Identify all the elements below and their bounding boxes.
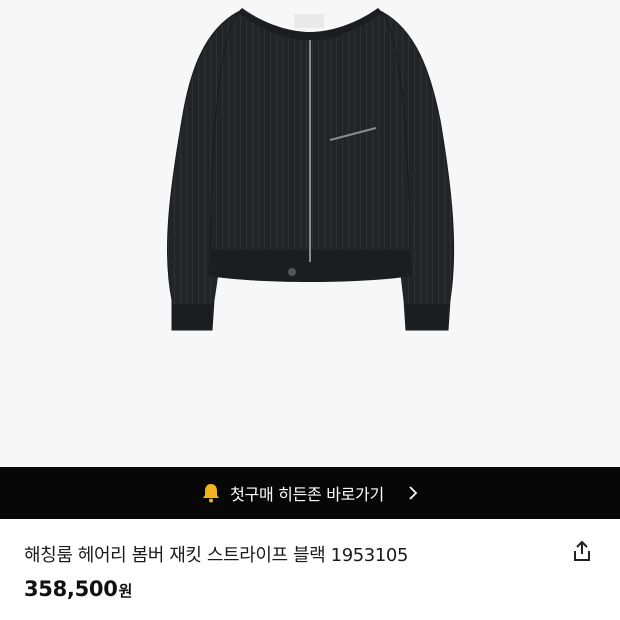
jacket-illustration [167,8,455,331]
product-title: 해칭룸 헤어리 봄버 재킷 스트라이프 블랙 1953105 [24,545,409,566]
product-image[interactable] [0,0,620,467]
promo-label: 첫구매 히든존 바로가기 [230,485,384,504]
chevron-right-icon [409,486,418,500]
bell-icon [203,484,220,503]
price-amount: 358,500 [24,577,118,601]
product-info: 해칭룸 헤어리 봄버 재킷 스트라이프 블랙 1953105 358,500원 [0,519,620,620]
share-icon[interactable] [568,537,596,565]
first-purchase-promo-banner[interactable]: 첫구매 히든존 바로가기 [0,467,620,519]
price-currency: 원 [118,582,133,600]
product-price: 358,500원 [24,577,132,601]
